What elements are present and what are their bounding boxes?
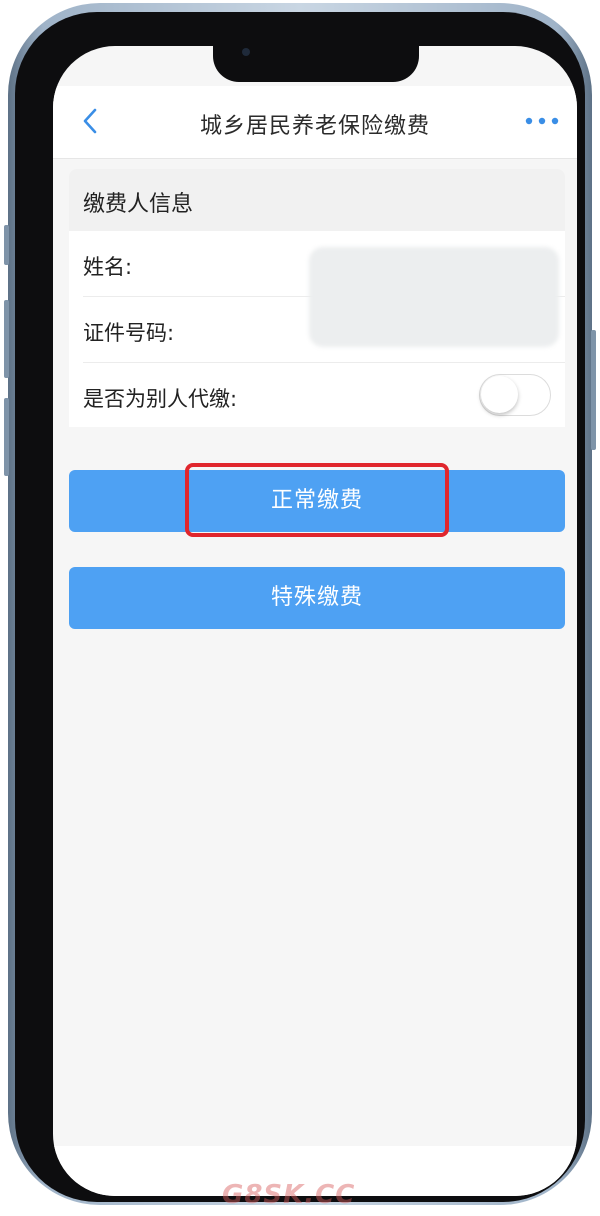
more-button[interactable] [523,110,563,132]
name-label: 姓名: [83,255,133,279]
watermark: G8SK.CC [222,1180,356,1210]
phone-mockup: 城乡居民养老保险缴费 缴费人信息 姓名: 证件号码: 是否为别人代缴: 正常缴费… [0,0,600,1216]
volume-down-button [4,398,9,476]
payer-info-header: 缴费人信息 [69,169,565,231]
nav-bar: 城乡居民养老保险缴费 [53,86,577,159]
volume-up-button [4,300,9,378]
special-payment-button[interactable]: 特殊缴费 [69,567,565,629]
mute-switch [4,225,9,265]
power-button [591,330,596,450]
proxy-payment-row: 是否为别人代缴: [69,363,565,428]
payer-info-form: 姓名: 证件号码: 是否为别人代缴: [69,231,565,427]
proxy-payment-toggle[interactable] [479,374,551,416]
app-screen: 城乡居民养老保险缴费 缴费人信息 姓名: 证件号码: 是否为别人代缴: 正常缴费… [53,46,577,1196]
toggle-knob [481,376,518,413]
section-title: 缴费人信息 [83,192,194,217]
phone-bezel: 城乡居民养老保险缴费 缴费人信息 姓名: 证件号码: 是否为别人代缴: 正常缴费… [15,12,585,1202]
id-number-label: 证件号码: [83,321,175,345]
front-camera [242,48,250,56]
highlight-box [185,463,449,537]
page-title: 城乡居民养老保险缴费 [199,114,430,139]
notch [213,46,419,82]
more-horizontal-icon [525,117,559,125]
proxy-payment-label: 是否为别人代缴: [83,387,238,411]
redacted-personal-info [309,247,559,347]
